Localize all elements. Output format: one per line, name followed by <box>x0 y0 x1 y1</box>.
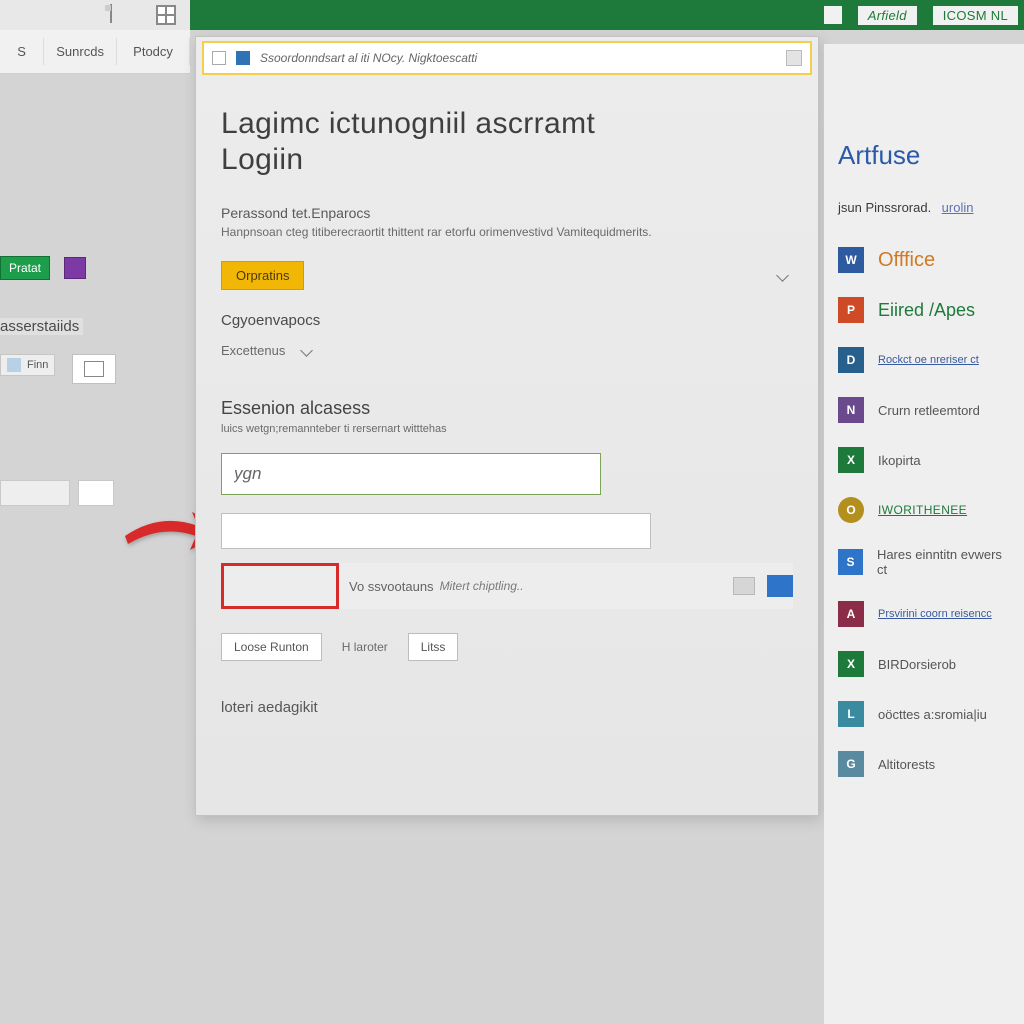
subrow: S Sunrcds Ptodcy <box>0 30 190 74</box>
btn-mid-label: H laroter <box>342 640 388 654</box>
left-input-frag-sm[interactable] <box>78 480 114 506</box>
opratins-button[interactable]: Orpratins <box>221 261 304 290</box>
left-sheet-box[interactable] <box>72 354 116 384</box>
left-finn: Finn <box>0 354 55 377</box>
app-row-0[interactable]: W Offfice <box>838 247 1010 273</box>
app-name: BIRDorsierob <box>878 657 956 672</box>
finn-chip[interactable]: Finn <box>0 354 55 376</box>
addr-box-icon <box>212 51 226 65</box>
app-row-10[interactable]: G Altitorests <box>838 751 1010 777</box>
bar-blue-icon[interactable] <box>767 575 793 597</box>
app-tile-icon: D <box>838 347 864 373</box>
app-row-1[interactable]: P Eiired /Apes <box>838 297 1010 323</box>
rpanel-line-b-link[interactable]: urolin <box>942 200 974 215</box>
excettenus-label: Excettenus <box>221 343 285 358</box>
ribbon-right: Arfield ICOSM NL <box>824 0 1018 30</box>
login-card-body: Lagimc ictunogniil ascrramt Logiin Peras… <box>221 107 793 795</box>
ribbon-right-icon[interactable] <box>824 6 842 24</box>
app-tile-icon: L <box>838 701 864 727</box>
app-name: Hares einntitn evwers ct <box>877 547 1010 577</box>
ribbon-left-gray <box>0 0 190 30</box>
app-row-4[interactable]: X Ikopirta <box>838 447 1010 473</box>
app-row-6[interactable]: S Hares einntitn evwers ct <box>838 547 1010 577</box>
app-tile-icon: P <box>838 297 864 323</box>
pratat-mini-icon[interactable] <box>64 257 86 279</box>
login-card: Ssoordonndsart al iti NOcy. Nigktoescatt… <box>195 36 819 816</box>
red-highlight-box <box>221 563 339 609</box>
pratat-badge[interactable]: Pratat <box>0 256 50 280</box>
card-sub2: Hanpnsoan cteg titiberecraortit thittent… <box>221 225 793 239</box>
app-name: Eiired /Apes <box>878 300 975 321</box>
sheet-icon <box>156 5 176 25</box>
username-input[interactable] <box>221 453 601 495</box>
bar-label-1: Vo ssvootauns <box>349 579 434 594</box>
addr-favicon-icon <box>236 51 250 65</box>
subrow-cell-1[interactable]: Sunrcds <box>44 38 117 65</box>
bar-gray-icon[interactable] <box>733 577 755 595</box>
app-tile-icon: X <box>838 447 864 473</box>
app-tile-icon: A <box>838 601 864 627</box>
left-label-asserstaids: asserstaiids <box>0 318 83 335</box>
left-pratat: Pratat <box>0 256 86 280</box>
litss-button[interactable]: Litss <box>408 633 459 661</box>
excettenus-dropdown[interactable]: Excettenus <box>221 343 793 358</box>
card-sub1: Perassond tet.Enparocs <box>221 205 793 221</box>
chevron-down-icon-2 <box>299 344 317 358</box>
suggestion-bar: Vo ssvootauns Mitert chiptling.. <box>221 563 793 609</box>
ribbon-right-a[interactable]: Arfield <box>858 6 917 25</box>
rpanel-title: Artfuse <box>838 140 1010 171</box>
app-list: W Offfice P Eiired /Apes D Rockct oe nreriser… <box>838 247 1010 777</box>
addr-text: Ssoordonndsart al iti NOcy. Nigktoescatt… <box>260 51 776 65</box>
app-row-2[interactable]: D Rockct oe nreriser ct <box>838 347 1010 373</box>
card-title-1: Lagimc ictunogniil ascrramt <box>221 107 793 141</box>
app-tile-icon: S <box>838 549 863 575</box>
chevron-down-icon[interactable] <box>775 269 793 283</box>
app-name: Altitorests <box>878 757 935 772</box>
finn-mini-icon <box>7 358 21 372</box>
loose-runton-button[interactable]: Loose Runton <box>221 633 322 661</box>
section-heading: Essenion alcasess <box>221 398 793 419</box>
subrow-cell-2[interactable]: Ptodcy <box>117 38 190 65</box>
left-input-frag[interactable] <box>0 480 70 506</box>
app-name: IWORITHENEE <box>878 503 967 517</box>
app-name: Offfice <box>878 249 935 272</box>
subrow-cell-0[interactable]: S <box>0 38 44 65</box>
password-input[interactable] <box>221 513 651 549</box>
card-title-2: Logiin <box>221 143 793 177</box>
app-name: Rockct oe nreriser ct <box>878 354 979 366</box>
app-tile-icon: X <box>838 651 864 677</box>
app-name: Crurn retleemtord <box>878 403 980 418</box>
app-name: oöcttes a:sromia|iu <box>878 707 987 722</box>
app-row-5[interactable]: O IWORITHENEE <box>838 497 1010 523</box>
app-name: Prsvirini coorn reisencc <box>878 608 992 620</box>
right-panel: Artfuse jsun Pinssrorad. urolin W Offfice… <box>824 44 1024 1024</box>
app-row-7[interactable]: A Prsvirini coorn reisencc <box>838 601 1010 627</box>
addr-end-icon[interactable] <box>786 50 802 66</box>
app-row-9[interactable]: Loöcttes a:sromia|iu <box>838 701 1010 727</box>
section-hint: luics wetgn;remannteber ti rersernart wi… <box>221 423 793 435</box>
app-name: Ikopirta <box>878 453 921 468</box>
label-icon <box>110 5 130 25</box>
card-foot: loteri aedagikit <box>221 699 793 716</box>
rpanel-line-a: jsun Pinssrorad. <box>838 200 931 215</box>
address-bar[interactable]: Ssoordonndsart al iti NOcy. Nigktoescatt… <box>202 41 812 75</box>
app-row-8[interactable]: X BIRDorsierob <box>838 651 1010 677</box>
card-sub3: Cgyoenvapocs <box>221 312 793 329</box>
app-tile-icon: G <box>838 751 864 777</box>
finn-chip-label: Finn <box>27 359 48 371</box>
app-row-3[interactable]: N Crurn retleemtord <box>838 397 1010 423</box>
app-tile-icon: N <box>838 397 864 423</box>
app-tile-icon: W <box>838 247 864 273</box>
ribbon-right-b[interactable]: ICOSM NL <box>933 6 1018 25</box>
bar-label-2: Mitert chiptling.. <box>440 579 524 593</box>
app-tile-icon: O <box>838 497 864 523</box>
